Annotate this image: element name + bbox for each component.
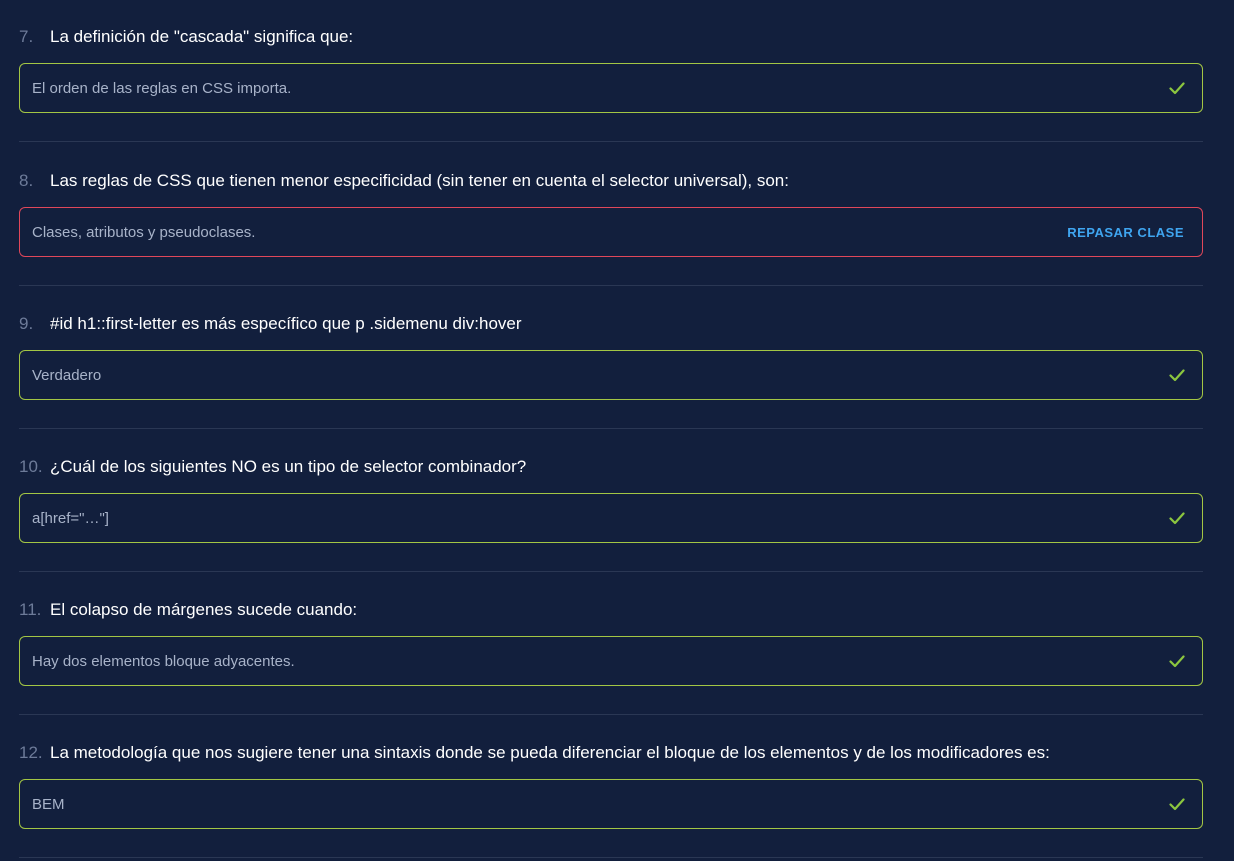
answer-text: a[href="…"] <box>32 509 109 527</box>
question-text: La definición de "cascada" significa que… <box>50 27 354 46</box>
review-class-link[interactable]: REPASAR CLASE <box>1067 225 1184 240</box>
answer-box: a[href="…"] <box>19 493 1203 543</box>
divider <box>19 141 1203 142</box>
quiz-results: 7. La definición de "cascada" significa … <box>0 0 1234 861</box>
divider <box>19 571 1203 572</box>
question-text: Las reglas de CSS que tienen menor espec… <box>50 171 789 190</box>
question-text: ¿Cuál de los siguientes NO es un tipo de… <box>50 457 527 476</box>
question-header: 8. Las reglas de CSS que tienen menor es… <box>19 170 789 192</box>
answer-text: Clases, atributos y pseudoclases. <box>32 223 256 241</box>
answer-box: El orden de las reglas en CSS importa. <box>19 63 1203 113</box>
question-number: 11. <box>19 600 42 619</box>
divider <box>19 714 1203 715</box>
divider <box>19 857 1203 858</box>
check-icon <box>1168 366 1186 384</box>
check-icon <box>1168 79 1186 97</box>
divider <box>19 285 1203 286</box>
divider <box>19 428 1203 429</box>
check-icon <box>1168 795 1186 813</box>
question-text: La metodología que nos sugiere tener una… <box>50 743 1050 762</box>
answer-box: Clases, atributos y pseudoclases. REPASA… <box>19 207 1203 257</box>
answer-box: BEM <box>19 779 1203 829</box>
question-text: #id h1::first-letter es más específico q… <box>50 314 522 333</box>
question-header: 10. ¿Cuál de los siguientes NO es un tip… <box>19 456 526 478</box>
question-number: 7. <box>19 27 34 46</box>
answer-text: El orden de las reglas en CSS importa. <box>32 79 292 97</box>
question-text: El colapso de márgenes sucede cuando: <box>50 600 358 619</box>
question-number: 8. <box>19 171 34 190</box>
question-header: 9. #id h1::first-letter es más específic… <box>19 313 522 335</box>
question-number: 10. <box>19 457 43 476</box>
question-header: 7. La definición de "cascada" significa … <box>19 26 353 48</box>
answer-box: Verdadero <box>19 350 1203 400</box>
answer-box: Hay dos elementos bloque adyacentes. <box>19 636 1203 686</box>
question-header: 11. El colapso de márgenes sucede cuando… <box>19 599 357 621</box>
question-number: 9. <box>19 314 34 333</box>
question-number: 12. <box>19 743 43 762</box>
answer-text: Hay dos elementos bloque adyacentes. <box>32 652 295 670</box>
answer-text: BEM <box>32 795 65 813</box>
check-icon <box>1168 652 1186 670</box>
check-icon <box>1168 509 1186 527</box>
question-header: 12. La metodología que nos sugiere tener… <box>19 742 1050 764</box>
answer-text: Verdadero <box>32 366 102 384</box>
